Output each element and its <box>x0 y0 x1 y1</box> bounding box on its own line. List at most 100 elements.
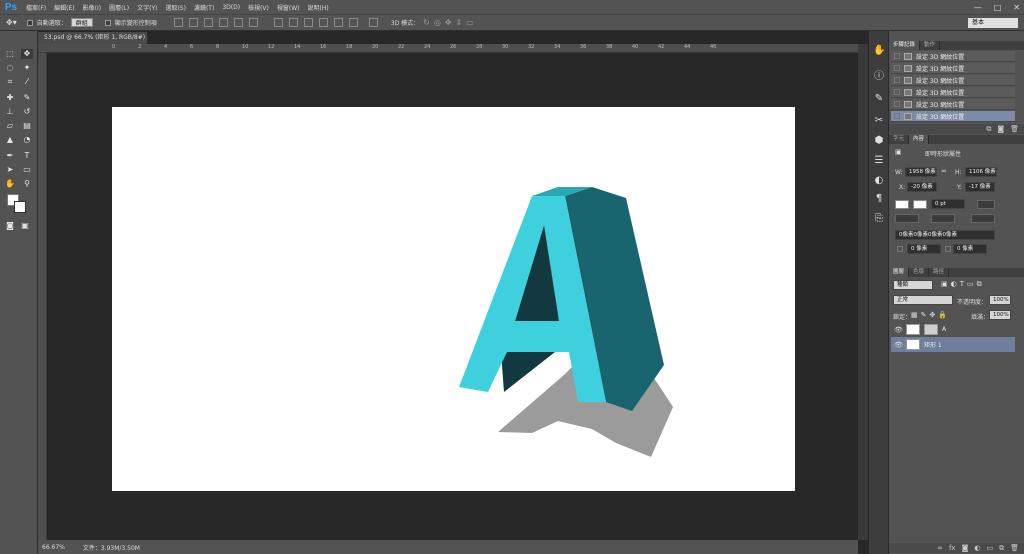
menu-edit[interactable]: 編輯(E) <box>50 3 78 12</box>
stroke-type-dropdown[interactable] <box>977 200 995 209</box>
quick-mask-icon[interactable]: ◙ <box>4 221 16 231</box>
visibility-eye-icon[interactable]: 👁 <box>894 341 903 349</box>
snapshot-icon[interactable]: ◙ <box>997 125 1004 133</box>
pen-tool-icon[interactable]: ✒ <box>4 151 16 161</box>
corner-checkbox[interactable] <box>945 246 951 252</box>
document-tab[interactable]: 53.psd @ 66.7% (矩形 1, RGB/8#) * <box>38 32 148 53</box>
visibility-eye-icon[interactable]: 👁 <box>894 326 903 334</box>
trash-icon[interactable]: 🗑 <box>1010 125 1019 133</box>
distribute-top-icon[interactable] <box>273 18 283 27</box>
eyedropper-tool-icon[interactable]: ⁄ <box>21 77 33 87</box>
adjustment-layer-icon[interactable]: ◐ <box>974 544 980 552</box>
tab-channels[interactable]: 色版 <box>909 268 930 277</box>
3d-panel-icon[interactable]: ⬢ <box>873 135 885 147</box>
fill-field[interactable]: 100% <box>989 310 1011 320</box>
history-row[interactable]: 設定 3D 網紋位置 <box>891 99 1015 110</box>
opacity-field[interactable]: 100% <box>989 295 1011 305</box>
auto-align-icon[interactable] <box>368 18 378 27</box>
screen-mode-icon[interactable]: ▣ <box>19 221 31 231</box>
fill-swatch[interactable] <box>895 200 909 209</box>
tab-paths[interactable]: 路徑 <box>929 268 950 277</box>
character-styles-icon[interactable]: ⎘ <box>873 213 885 225</box>
delete-layer-icon[interactable]: 🗑 <box>1010 544 1019 552</box>
move-tool-icon[interactable]: ✥ <box>21 49 33 59</box>
3d-rotate-icon[interactable]: ↻ <box>423 18 430 27</box>
auto-select-checkbox[interactable] <box>26 19 33 26</box>
clone-stamp-icon[interactable]: ⊥ <box>4 107 16 117</box>
clone-source-icon[interactable]: ✂ <box>873 115 885 127</box>
dodge-tool-icon[interactable]: ◔ <box>21 135 33 145</box>
type-tool-icon[interactable]: T <box>21 151 33 161</box>
tab-layers[interactable]: 圖層 <box>889 268 910 277</box>
distribute-hcenter-icon[interactable] <box>333 18 343 27</box>
paragraph-icon[interactable]: ¶ <box>873 193 885 205</box>
align-vcenter-icon[interactable] <box>188 18 198 27</box>
crop-tool-icon[interactable]: ⌗ <box>4 77 16 87</box>
blur-tool-icon[interactable]: ▲ <box>4 135 16 145</box>
zoom-level[interactable]: 66.67% <box>42 544 65 551</box>
align-left-icon[interactable] <box>218 18 228 27</box>
document-canvas[interactable] <box>112 107 795 491</box>
zoom-tool-icon[interactable]: ⚲ <box>21 179 33 189</box>
layer-row-selected[interactable]: 👁 矩形 1 <box>891 337 1015 352</box>
y-field[interactable]: -17 像素 <box>965 182 995 192</box>
brush-panel-icon[interactable]: ✎ <box>873 93 885 105</box>
canvas-scrollbar[interactable] <box>858 44 868 540</box>
align-bottom-icon[interactable] <box>203 18 213 27</box>
menu-3d[interactable]: 3D(D) <box>218 4 244 11</box>
menu-filter[interactable]: 濾鏡(T) <box>190 3 218 12</box>
fx-icon[interactable]: fx <box>949 544 956 552</box>
eraser-tool-icon[interactable]: ▱ <box>4 121 16 131</box>
blend-mode-dropdown[interactable]: 正常 <box>893 295 953 305</box>
adjustments-icon[interactable]: ◐ <box>873 175 885 187</box>
width-field[interactable]: 1958 像素 <box>905 167 937 177</box>
tab-actions[interactable]: 動作 <box>920 41 941 50</box>
corner-a-field[interactable]: 0 像素 <box>907 244 941 254</box>
menu-window[interactable]: 視窗(W) <box>273 3 304 12</box>
align-right-icon[interactable] <box>248 18 258 27</box>
menu-view[interactable]: 檢視(V) <box>244 3 273 12</box>
new-group-icon[interactable]: ▭ <box>986 544 993 552</box>
history-row[interactable]: 設定 3D 網紋位置 <box>891 51 1015 62</box>
menu-type[interactable]: 文字(Y) <box>133 3 161 12</box>
new-document-from-state-icon[interactable]: ⧉ <box>986 125 991 134</box>
layer-filter-icons[interactable]: ▣◐T▭⧉ <box>941 280 985 289</box>
stroke-corners-dropdown[interactable] <box>971 214 995 223</box>
x-field[interactable]: -20 像素 <box>907 182 937 192</box>
menu-help[interactable]: 說明(H) <box>304 3 333 12</box>
gradient-tool-icon[interactable]: ▤ <box>21 121 33 131</box>
stroke-align-dropdown[interactable] <box>895 214 919 223</box>
link-icon[interactable]: ∞ <box>941 167 947 175</box>
show-transform-checkbox[interactable] <box>104 19 111 26</box>
layer-name[interactable]: A <box>942 326 946 333</box>
menu-select[interactable]: 選取(S) <box>161 3 190 12</box>
brush-tool-icon[interactable]: ✎ <box>21 93 33 103</box>
background-color-swatch[interactable] <box>14 201 26 213</box>
3d-drag-icon[interactable]: ✥ <box>445 18 452 27</box>
layer-row[interactable]: 👁 A <box>891 322 1015 337</box>
history-row[interactable]: 設定 3D 網紋位置 <box>891 63 1015 74</box>
info-icon[interactable]: ⓘ <box>873 71 885 83</box>
move-tool-preset-icon[interactable]: ✥▾ <box>6 18 17 27</box>
properties-icon[interactable]: ☰ <box>873 155 885 167</box>
corner-b-field[interactable]: 0 像素 <box>953 244 987 254</box>
corner-checkbox[interactable] <box>897 246 903 252</box>
minimize-button[interactable]: — <box>974 3 982 12</box>
path-select-icon[interactable]: ➤ <box>4 165 16 175</box>
height-field[interactable]: 1106 像素 <box>965 167 997 177</box>
lasso-tool-icon[interactable]: ◌ <box>4 63 16 73</box>
workspace-dropdown[interactable]: 基本 <box>968 18 1018 28</box>
distribute-right-icon[interactable] <box>348 18 358 27</box>
new-layer-icon[interactable]: ⧉ <box>999 544 1004 553</box>
stroke-swatch[interactable] <box>913 200 927 209</box>
menu-image[interactable]: 影像(I) <box>79 3 105 12</box>
shape-tool-icon[interactable]: ▭ <box>21 165 33 175</box>
tab-properties[interactable]: 內容 <box>909 135 930 144</box>
marquee-tool-icon[interactable]: ⬚ <box>4 49 16 59</box>
corner-radius-field[interactable]: 0像素0像素0像素0像素 <box>895 230 995 240</box>
tab-history[interactable]: 步驟記錄 <box>889 41 921 50</box>
close-button[interactable]: ✕ <box>1013 3 1020 12</box>
tab-character[interactable]: 字元 <box>889 135 910 144</box>
maximize-button[interactable]: □ <box>994 3 1002 12</box>
3d-roll-icon[interactable]: ◎ <box>434 18 441 27</box>
